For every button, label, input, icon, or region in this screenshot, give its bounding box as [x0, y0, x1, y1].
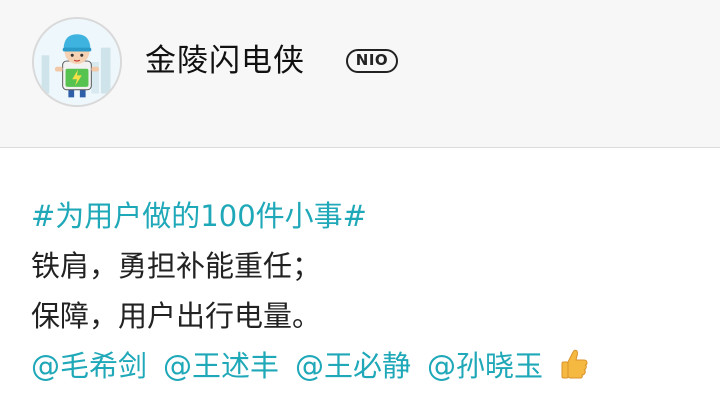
avatar[interactable] — [32, 17, 122, 107]
mention-link[interactable]: @王必静 — [295, 349, 411, 383]
mentions-row: @毛希剑 @王述丰 @王必静 @孙晓玉 — [31, 341, 589, 391]
post-line: 铁肩，勇担补能重任； — [31, 249, 322, 283]
divider — [0, 147, 720, 148]
nio-badge: NIO — [346, 49, 398, 73]
mention-link[interactable]: @毛希剑 — [31, 349, 147, 383]
mascot-icon — [34, 19, 120, 105]
post-header: 金陵闪电侠 NIO — [0, 0, 720, 148]
post-body: #为用户做的100件小事# 铁肩，勇担补能重任； 保障，用户出行电量。 @毛希剑… — [31, 191, 589, 391]
username[interactable]: 金陵闪电侠 — [145, 41, 305, 81]
post-line: 保障，用户出行电量。 — [31, 299, 322, 333]
thumbs-up-icon — [561, 349, 588, 379]
hashtag-link[interactable]: #为用户做的100件小事# — [31, 191, 589, 241]
mention-link[interactable]: @王述丰 — [163, 349, 279, 383]
post-card: 金陵闪电侠 NIO #为用户做的100件小事# 铁肩，勇担补能重任； 保障，用户… — [0, 0, 720, 402]
mention-link[interactable]: @孙晓玉 — [427, 349, 543, 383]
